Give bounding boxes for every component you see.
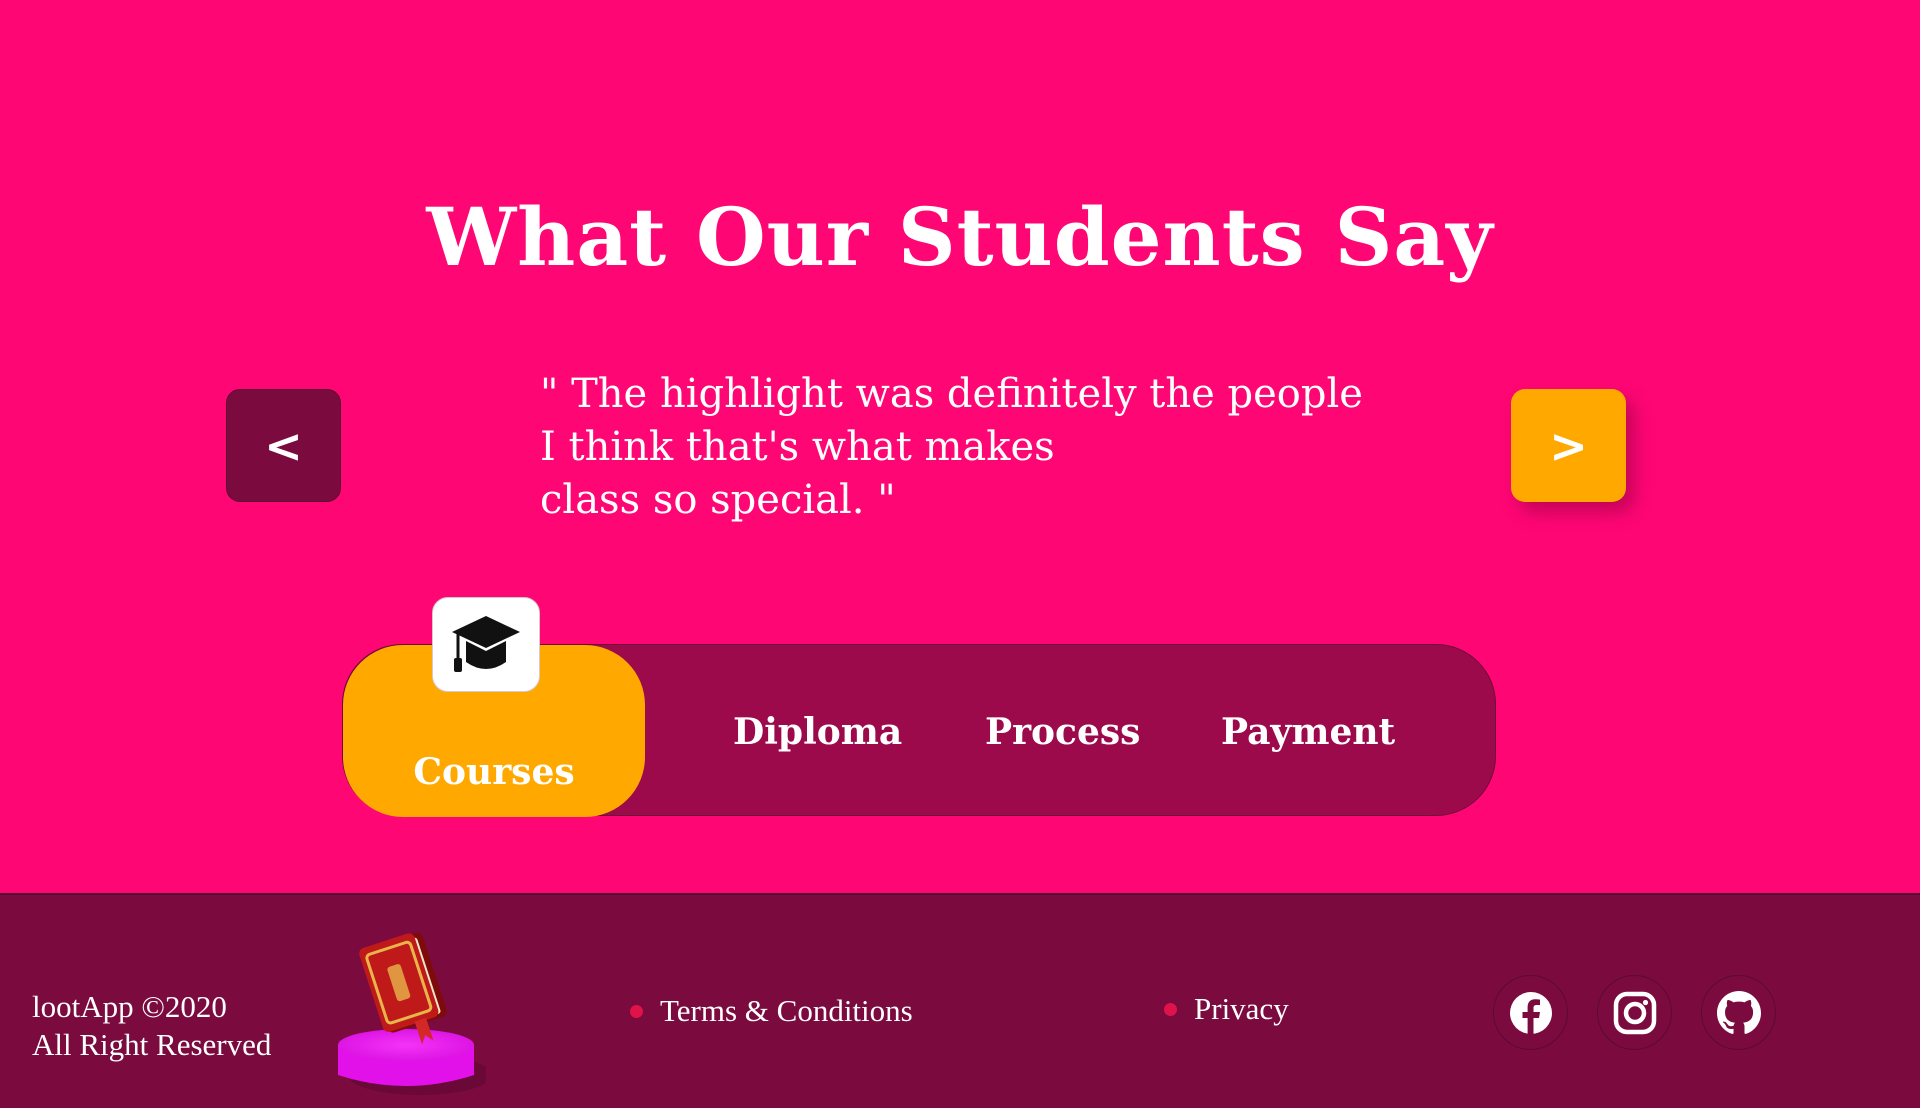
tab-payment[interactable]: Payment xyxy=(1221,711,1395,753)
book-on-pedestal-illustration xyxy=(338,932,486,1095)
graduation-cap-icon xyxy=(452,615,520,672)
terms-link[interactable]: Terms & Conditions xyxy=(630,993,913,1029)
previous-testimonial-button[interactable]: < xyxy=(226,389,341,502)
section-title: What Our Students Say xyxy=(426,190,1494,284)
privacy-link[interactable]: Privacy xyxy=(1164,991,1289,1027)
courses-tab-icon-box xyxy=(432,597,540,692)
tab-diploma[interactable]: Diploma xyxy=(733,711,902,753)
instagram-button[interactable] xyxy=(1597,975,1672,1050)
github-icon xyxy=(1716,990,1761,1034)
terms-link-label: Terms & Conditions xyxy=(660,993,913,1028)
facebook-icon xyxy=(1509,991,1552,1035)
bullet-dot xyxy=(1164,1002,1177,1016)
instagram-icon xyxy=(1613,991,1656,1034)
privacy-link-label: Privacy xyxy=(1194,991,1289,1026)
copyright-line-2: All Right Reserved xyxy=(32,1027,272,1062)
footer: lootApp ©2020 All Right Reserved Terms &… xyxy=(0,893,1920,1108)
copyright-line-1: lootApp ©2020 xyxy=(32,989,227,1024)
tab-process[interactable]: Process xyxy=(985,711,1140,753)
next-testimonial-button[interactable]: > xyxy=(1511,389,1626,502)
testimonial-quote: " The highlight was definitely the peopl… xyxy=(540,371,1363,523)
bullet-dot xyxy=(630,1004,643,1018)
facebook-button[interactable] xyxy=(1493,975,1568,1050)
copyright: lootApp ©2020 All Right Reserved xyxy=(32,988,271,1064)
github-button[interactable] xyxy=(1701,975,1776,1050)
tab-courses-label: Courses xyxy=(413,751,575,793)
